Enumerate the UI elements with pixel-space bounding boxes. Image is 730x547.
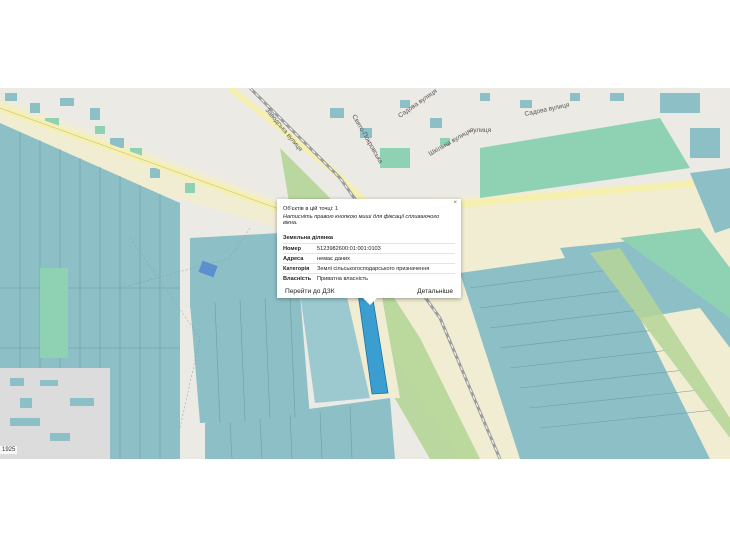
field-value: Землі сільськогосподарського призначення [317, 266, 430, 272]
popup-row-address: Адреса немає даних [283, 253, 455, 263]
popup-actions: Перейти до ДЗК Детальніше [283, 288, 455, 295]
details-link[interactable]: Детальніше [417, 288, 453, 295]
popup-row-category: Категорія Землі сільськогосподарського п… [283, 263, 455, 273]
popup-objects-count: Об'єктів в цій точці: 1 [283, 206, 339, 212]
popup-section-title: Земельна ділянка [283, 235, 334, 241]
field-key: Власність [283, 276, 312, 282]
field-key: Адреса [283, 256, 304, 262]
field-value: 5123982600:01:001:0103 [317, 246, 381, 252]
close-icon[interactable]: × [453, 200, 457, 206]
goto-dzk-link[interactable]: Перейти до ДЗК [285, 288, 335, 295]
scale-readout: 1925 [0, 446, 18, 454]
field-value: Приватна власність [317, 276, 369, 282]
popup-row-ownership: Власність Приватна власність [283, 273, 455, 283]
field-key: Категорія [283, 266, 310, 272]
parcel-green [40, 268, 68, 358]
street-label-5: вулиця [470, 127, 492, 134]
field-value: немає даних [317, 256, 350, 262]
popup-hint: Натисніть правою кнопкою миші для фіксац… [283, 214, 440, 226]
parcel-popup: × Об'єктів в цій точці: 1 Натисніть прав… [277, 199, 461, 305]
field-key: Номер [283, 246, 302, 252]
popup-row-number: Номер 5123982600:01:001:0103 [283, 243, 455, 253]
parcel-block-center [190, 293, 310, 423]
